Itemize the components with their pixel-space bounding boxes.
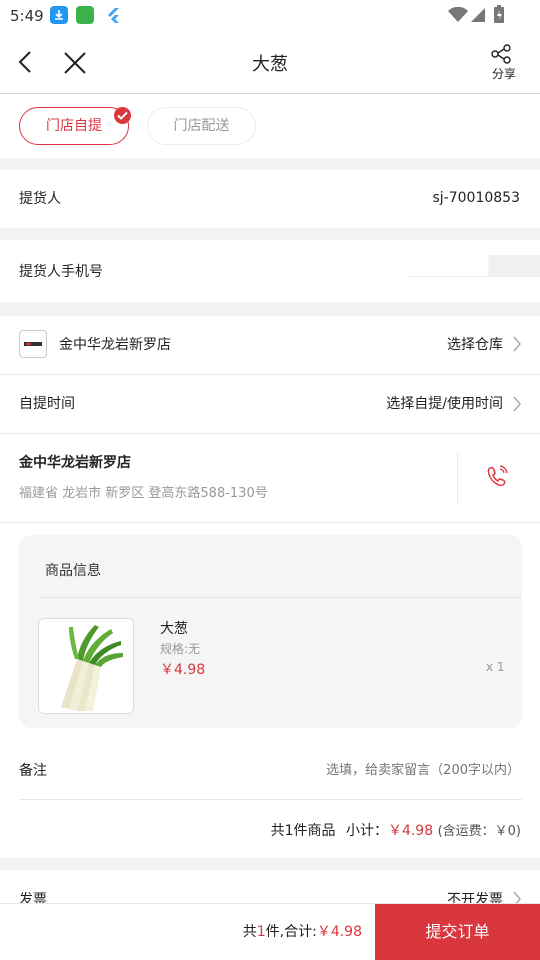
section-gap: [0, 302, 540, 316]
goods-name: 大葱: [160, 621, 188, 637]
footer-count: 1: [256, 924, 266, 940]
goods-qty: x 1: [486, 660, 505, 674]
footer-suffix: 件,合计:: [265, 924, 317, 940]
section-gap: [0, 228, 540, 240]
goods-price: ￥4.98: [160, 662, 206, 678]
remark-input[interactable]: [300, 758, 520, 782]
flutter-icon: [104, 6, 122, 24]
footer-total: 共1件,合计:￥4.98: [243, 921, 362, 941]
section-gap: [0, 858, 540, 870]
chevron-right-icon: [512, 335, 522, 357]
summary-subtotal-label: 小计：: [345, 823, 388, 839]
pickup-person-label: 提货人: [19, 191, 61, 207]
page-title: 大葱: [252, 54, 288, 75]
goods-spec: 规格:无: [160, 642, 201, 656]
remark-label: 备注: [19, 763, 47, 779]
divider: [38, 597, 522, 598]
footer-prefix: 共: [242, 924, 257, 940]
divider: [19, 799, 522, 800]
app-notification-icon: [76, 6, 94, 24]
summary-shipping: (含运费：￥0): [437, 824, 521, 839]
battery-icon: [494, 5, 504, 27]
summary-count: 共1件商品: [270, 823, 336, 839]
pickup-time-action[interactable]: 选择自提/使用时间: [386, 393, 503, 413]
signal-icon: [470, 7, 486, 27]
pickup-person-value[interactable]: sj-70010853: [433, 190, 521, 206]
goods-image[interactable]: [38, 618, 134, 714]
submit-order-button[interactable]: 提交订单: [375, 904, 540, 960]
status-bar: 5:49: [0, 0, 540, 32]
chevron-right-icon: [512, 395, 522, 417]
pickup-time-label: 自提时间: [19, 396, 75, 412]
order-summary: 共1件商品 小计：￥4.98 (含运费：￥0): [271, 820, 521, 840]
share-button-label[interactable]: 分享: [492, 65, 516, 82]
footer-total-value: ￥4.98: [316, 924, 362, 940]
store-logo: [19, 330, 47, 358]
phone-call-icon[interactable]: [486, 465, 508, 493]
store-address: 福建省 龙岩市 新罗区 登高东路588-130号: [19, 486, 268, 501]
wifi-icon: [448, 6, 468, 27]
tab-store-pickup[interactable]: 门店自提: [19, 107, 129, 145]
select-warehouse-button[interactable]: 选择仓库: [447, 334, 503, 354]
status-time: 5:49: [10, 7, 44, 25]
pickup-phone-label: 提货人手机号: [19, 264, 103, 280]
summary-subtotal-value: ￥4.98: [387, 823, 434, 839]
section-gap: [0, 158, 540, 170]
divider: [0, 522, 540, 523]
divider: [0, 374, 540, 375]
tab-store-delivery[interactable]: 门店配送: [147, 107, 256, 145]
goods-section-title: 商品信息: [45, 563, 101, 579]
store-detail-name: 金中华龙岩新罗店: [19, 455, 131, 471]
divider: [0, 433, 540, 434]
pickup-phone-input[interactable]: [408, 255, 540, 277]
download-icon: [50, 6, 68, 24]
check-icon: [114, 107, 131, 124]
store-name: 金中华龙岩新罗店: [59, 337, 171, 353]
app-header: 大葱 分享: [0, 32, 540, 94]
vertical-divider: [457, 452, 458, 504]
